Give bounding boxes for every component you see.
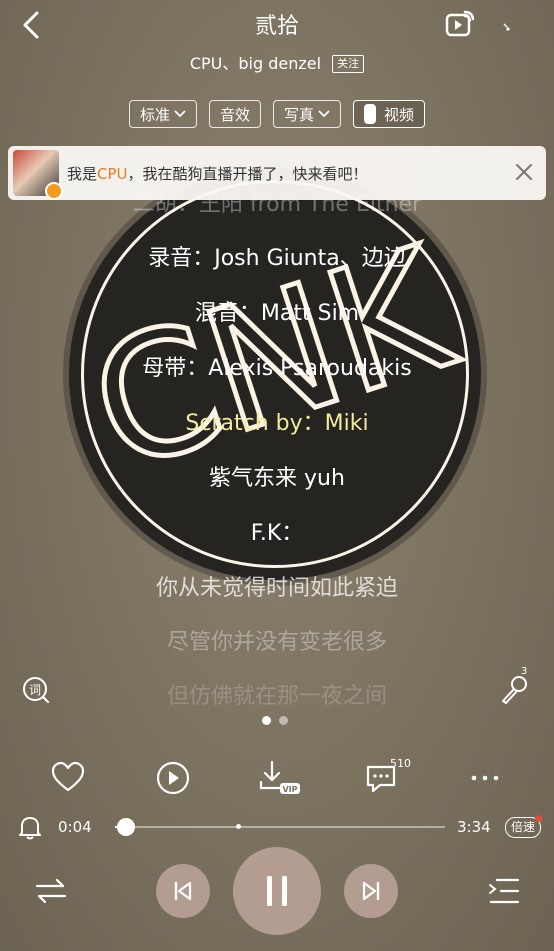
shuffle-icon (35, 878, 67, 904)
effects-label: 音效 (219, 105, 250, 124)
total-time: 3:34 (457, 818, 491, 836)
artist-row: CPU、big denzel 关注 (0, 50, 554, 74)
share-icon (445, 10, 475, 37)
previous-icon (174, 881, 192, 901)
download-vip-icon: VIP (259, 760, 300, 794)
lyrics-search-icon: 词 (23, 677, 50, 704)
avatar (13, 150, 63, 200)
page-dot (279, 716, 288, 725)
banner-highlight: CPU (97, 164, 128, 183)
photos-label: 写真 (284, 105, 315, 124)
lyric-line: 混音：Matt Sim (194, 301, 360, 326)
lyric-line: 母带：Alexis Psaroudakis (142, 356, 412, 381)
climax-marker (236, 824, 241, 829)
quality-label: 标准 (139, 105, 170, 124)
live-badge-icon (45, 182, 63, 200)
video-toggle[interactable]: 视频 (353, 100, 426, 128)
next-icon (362, 881, 380, 901)
karaoke-button[interactable] (498, 672, 532, 706)
karaoke-count: 3 (521, 666, 528, 677)
playlist-icon (489, 878, 520, 904)
microphone-icon (502, 676, 527, 704)
pause-icon (267, 876, 287, 906)
lyric-line: 但仿佛就在那一夜之间 (166, 684, 387, 709)
photos-chip[interactable]: 写真 (273, 100, 342, 128)
mode-chips: 标准 音效 写真 视频 (0, 100, 554, 128)
like-button[interactable] (48, 758, 88, 798)
play-circle-icon (156, 761, 190, 795)
current-time: 0:04 (58, 818, 92, 836)
svg-text:VIP: VIP (282, 785, 297, 794)
comment-count: 510 (390, 757, 411, 770)
svg-text:词: 词 (29, 683, 41, 697)
lyrics-button[interactable]: 词 (22, 676, 50, 704)
playlist-button[interactable] (487, 876, 521, 906)
artist-name[interactable]: CPU、big denzel (190, 54, 321, 73)
play-mode-button[interactable] (34, 876, 68, 906)
alarm-button[interactable] (18, 814, 42, 840)
effects-chip[interactable]: 音效 (208, 100, 261, 128)
chevron-down-icon (174, 110, 186, 118)
speed-badge-dot (535, 815, 542, 822)
video-label: 视频 (384, 105, 415, 124)
live-banner[interactable]: 我是CPU，我在酷狗直播开播了，快来看吧！ (8, 146, 546, 200)
toggle-knob (364, 104, 377, 124)
lyric-line: 尽管你并没有变老很多 (166, 630, 387, 655)
share-button[interactable] (444, 8, 476, 40)
progress-knob[interactable] (116, 818, 135, 836)
pause-button[interactable] (233, 847, 321, 935)
more-dot-icon[interactable] (500, 18, 514, 32)
lyric-line: F.K： (250, 521, 304, 546)
heart-icon (51, 761, 85, 792)
chevron-down-icon (318, 110, 330, 118)
previous-button[interactable] (156, 864, 210, 918)
quality-chip[interactable]: 标准 (128, 100, 197, 128)
more-button[interactable] (466, 758, 506, 798)
lyric-line: 录音：Josh Giunta、边边 (148, 246, 406, 271)
close-button[interactable] (512, 160, 536, 184)
follow-button[interactable]: 关注 (332, 55, 365, 73)
page-dot-active (262, 716, 271, 725)
close-icon (516, 164, 532, 180)
progress-track[interactable] (115, 826, 445, 828)
download-button[interactable]: VIP (258, 758, 300, 798)
lyric-line-active: Scratch by：Miki (185, 411, 369, 436)
play-video-button[interactable] (153, 758, 193, 798)
more-icon (471, 775, 499, 781)
lyric-line: 紫气东来 yuh (209, 466, 345, 491)
page-indicator (262, 716, 288, 725)
bell-icon (19, 817, 41, 840)
banner-text: 我是CPU，我在酷狗直播开播了，快来看吧！ (67, 164, 368, 183)
lyric-line: 你从未觉得时间如此紧迫 (155, 576, 398, 601)
next-button[interactable] (344, 864, 398, 918)
